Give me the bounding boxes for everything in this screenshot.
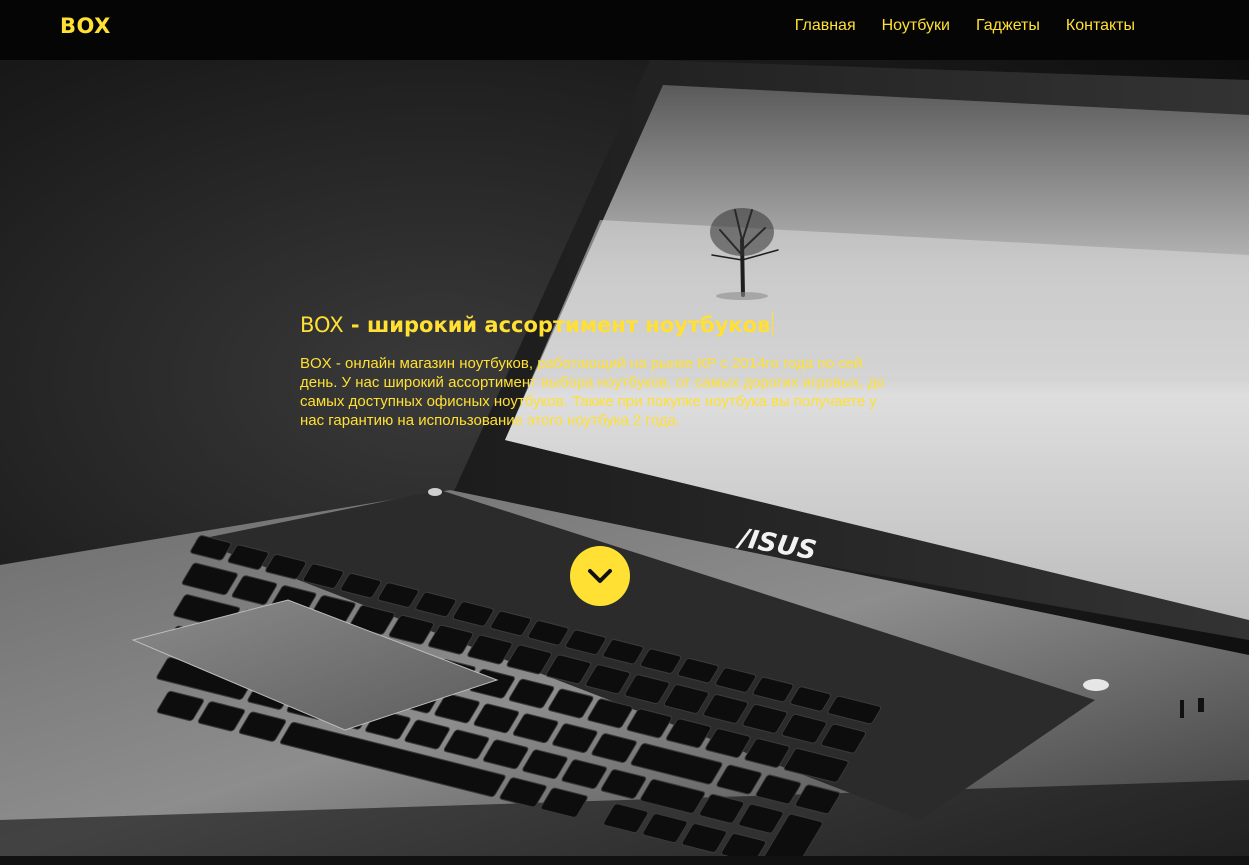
- chevron-down-icon: [588, 569, 612, 583]
- brand-logo[interactable]: BOX: [60, 14, 111, 38]
- nav-link-gadgets[interactable]: Гаджеты: [976, 17, 1040, 35]
- nav-link-contacts[interactable]: Контакты: [1066, 17, 1135, 35]
- footer-strip: [0, 856, 1249, 865]
- scroll-down-button[interactable]: [570, 546, 630, 606]
- main-nav: Главная Ноутбуки Гаджеты Контакты: [769, 17, 1135, 35]
- hero-title-rest: - широкий ассортимент ноутбуков: [343, 313, 771, 337]
- hero-description: BOX - онлайн магазин ноутбуков, работающ…: [300, 355, 885, 429]
- nav-link-laptops[interactable]: Ноутбуки: [882, 17, 950, 35]
- hero-title-brand: BOX: [300, 313, 344, 337]
- nav-link-home[interactable]: Главная: [795, 17, 856, 35]
- hero-laptop-image: /ISUS: [0, 60, 1249, 856]
- navbar: BOX Главная Ноутбуки Гаджеты Контакты: [0, 0, 1249, 60]
- text-caret: [772, 312, 774, 336]
- hero-title: BOX - широкий ассортимент ноутбуков: [300, 312, 774, 337]
- hero-section: /ISUS BOX - широкий ассортимент ноутбуко…: [0, 60, 1249, 856]
